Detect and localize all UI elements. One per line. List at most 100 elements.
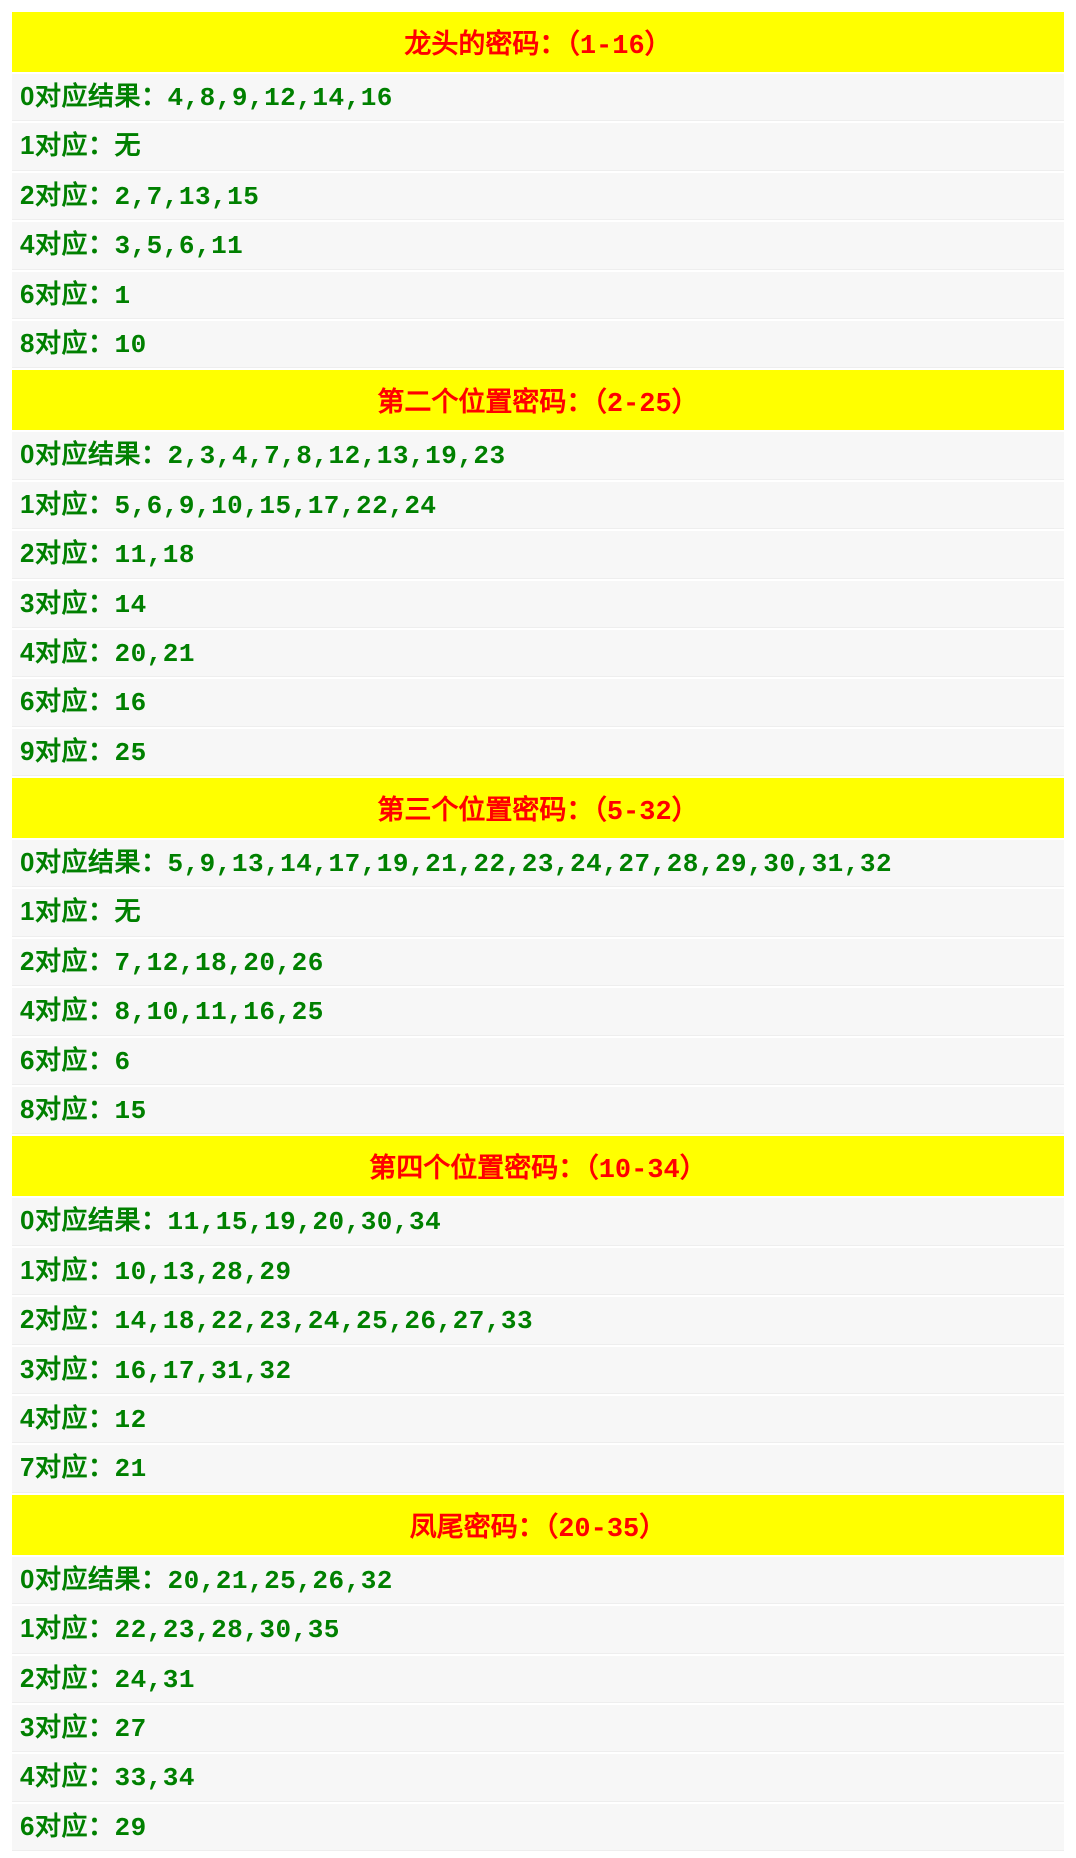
data-row: 7对应：21: [12, 1445, 1064, 1492]
row-values: 5,6,9,10,15,17,22,24: [114, 491, 436, 521]
row-values: 12: [114, 1405, 146, 1435]
data-cell: 2对应：2,7,13,15: [12, 173, 1064, 220]
row-values: 无: [114, 132, 141, 162]
section-title: 第二个位置密码：（2-25）: [12, 370, 1064, 430]
section-header: 龙头的密码：（1-16）: [12, 12, 1064, 72]
row-label: 4对应：: [20, 995, 114, 1025]
row-label: 1对应：: [20, 1255, 114, 1285]
data-row: 0对应结果：4,8,9,12,14,16: [12, 74, 1064, 121]
data-row: 9对应：25: [12, 729, 1064, 776]
data-cell: 7对应：21: [12, 1445, 1064, 1492]
row-values: 24,31: [114, 1665, 195, 1695]
data-row: 4对应：20,21: [12, 630, 1064, 677]
data-row: 6对应：29: [12, 1804, 1064, 1851]
row-label: 4对应：: [20, 637, 114, 667]
data-cell: 1对应：无: [12, 889, 1064, 936]
row-label: 2对应：: [20, 1304, 114, 1334]
data-cell: 6对应：6: [12, 1038, 1064, 1085]
data-row: 4对应：8,10,11,16,25: [12, 988, 1064, 1035]
data-row: 4对应：12: [12, 1396, 1064, 1443]
data-cell: 1对应：22,23,28,30,35: [12, 1606, 1064, 1653]
section-header: 凤尾密码：（20-35）: [12, 1495, 1064, 1555]
row-values: 29: [114, 1813, 146, 1843]
row-values: 7,12,18,20,26: [114, 948, 323, 978]
data-cell: 3对应：16,17,31,32: [12, 1347, 1064, 1394]
data-cell: 0对应结果：2,3,4,7,8,12,13,19,23: [12, 432, 1064, 479]
data-row: 4对应：3,5,6,11: [12, 222, 1064, 269]
data-cell: 4对应：3,5,6,11: [12, 222, 1064, 269]
row-label: 3对应：: [20, 588, 114, 618]
row-values: 22,23,28,30,35: [114, 1615, 339, 1645]
row-label: 1对应：: [20, 130, 114, 160]
row-label: 3对应：: [20, 1354, 114, 1384]
data-cell: 4对应：12: [12, 1396, 1064, 1443]
row-values: 20,21: [114, 639, 195, 669]
data-cell: 6对应：29: [12, 1804, 1064, 1851]
data-cell: 4对应：8,10,11,16,25: [12, 988, 1064, 1035]
data-cell: 3对应：14: [12, 581, 1064, 628]
row-label: 1对应：: [20, 1613, 114, 1643]
data-row: 1对应：10,13,28,29: [12, 1248, 1064, 1295]
row-label: 0对应结果：: [20, 81, 167, 111]
data-row: 1对应：22,23,28,30,35: [12, 1606, 1064, 1653]
data-row: 4对应：33,34: [12, 1754, 1064, 1801]
row-label: 7对应：: [20, 1452, 114, 1482]
data-cell: 1对应：10,13,28,29: [12, 1248, 1064, 1295]
data-cell: 0对应结果：11,15,19,20,30,34: [12, 1198, 1064, 1245]
row-label: 4对应：: [20, 1403, 114, 1433]
row-values: 27: [114, 1714, 146, 1744]
row-values: 5,9,13,14,17,19,21,22,23,24,27,28,29,30,…: [167, 849, 892, 879]
row-label: 8对应：: [20, 328, 114, 358]
section-header: 第二个位置密码：（2-25）: [12, 370, 1064, 430]
data-cell: 4对应：33,34: [12, 1754, 1064, 1801]
row-values: 16: [114, 688, 146, 718]
code-table: 龙头的密码：（1-16）0对应结果：4,8,9,12,14,161对应：无2对应…: [12, 10, 1064, 1853]
row-label: 2对应：: [20, 538, 114, 568]
section-header: 第三个位置密码：（5-32）: [12, 778, 1064, 838]
data-cell: 8对应：10: [12, 321, 1064, 368]
section-header: 第四个位置密码：（10-34）: [12, 1136, 1064, 1196]
data-cell: 2对应：7,12,18,20,26: [12, 939, 1064, 986]
data-row: 0对应结果：11,15,19,20,30,34: [12, 1198, 1064, 1245]
data-cell: 6对应：1: [12, 272, 1064, 319]
row-label: 8对应：: [20, 1094, 114, 1124]
row-values: 15: [114, 1096, 146, 1126]
row-values: 14: [114, 590, 146, 620]
section-title: 龙头的密码：（1-16）: [12, 12, 1064, 72]
row-values: 8,10,11,16,25: [114, 997, 323, 1027]
data-row: 0对应结果：2,3,4,7,8,12,13,19,23: [12, 432, 1064, 479]
section-title: 第三个位置密码：（5-32）: [12, 778, 1064, 838]
row-values: 10,13,28,29: [114, 1257, 291, 1287]
data-row: 2对应：14,18,22,23,24,25,26,27,33: [12, 1297, 1064, 1344]
row-values: 14,18,22,23,24,25,26,27,33: [114, 1306, 533, 1336]
row-label: 1对应：: [20, 489, 114, 519]
data-row: 2对应：24,31: [12, 1656, 1064, 1703]
row-label: 6对应：: [20, 1045, 114, 1075]
data-row: 3对应：14: [12, 581, 1064, 628]
row-label: 2对应：: [20, 180, 114, 210]
data-row: 2对应：7,12,18,20,26: [12, 939, 1064, 986]
row-label: 6对应：: [20, 1811, 114, 1841]
row-label: 4对应：: [20, 1761, 114, 1791]
row-values: 11,15,19,20,30,34: [167, 1207, 441, 1237]
row-label: 6对应：: [20, 279, 114, 309]
row-label: 0对应结果：: [20, 847, 167, 877]
row-label: 0对应结果：: [20, 439, 167, 469]
data-row: 1对应：无: [12, 889, 1064, 936]
data-cell: 1对应：无: [12, 123, 1064, 170]
row-label: 4对应：: [20, 229, 114, 259]
row-values: 20,21,25,26,32: [167, 1566, 392, 1596]
row-values: 16,17,31,32: [114, 1356, 291, 1386]
row-values: 4,8,9,12,14,16: [167, 83, 392, 113]
section-title: 第四个位置密码：（10-34）: [12, 1136, 1064, 1196]
row-values: 21: [114, 1454, 146, 1484]
data-row: 3对应：16,17,31,32: [12, 1347, 1064, 1394]
data-cell: 8对应：15: [12, 1087, 1064, 1134]
data-row: 6对应：16: [12, 679, 1064, 726]
row-values: 无: [114, 898, 141, 928]
data-row: 0对应结果：5,9,13,14,17,19,21,22,23,24,27,28,…: [12, 840, 1064, 887]
row-values: 25: [114, 738, 146, 768]
row-label: 9对应：: [20, 736, 114, 766]
data-cell: 0对应结果：5,9,13,14,17,19,21,22,23,24,27,28,…: [12, 840, 1064, 887]
row-label: 1对应：: [20, 896, 114, 926]
